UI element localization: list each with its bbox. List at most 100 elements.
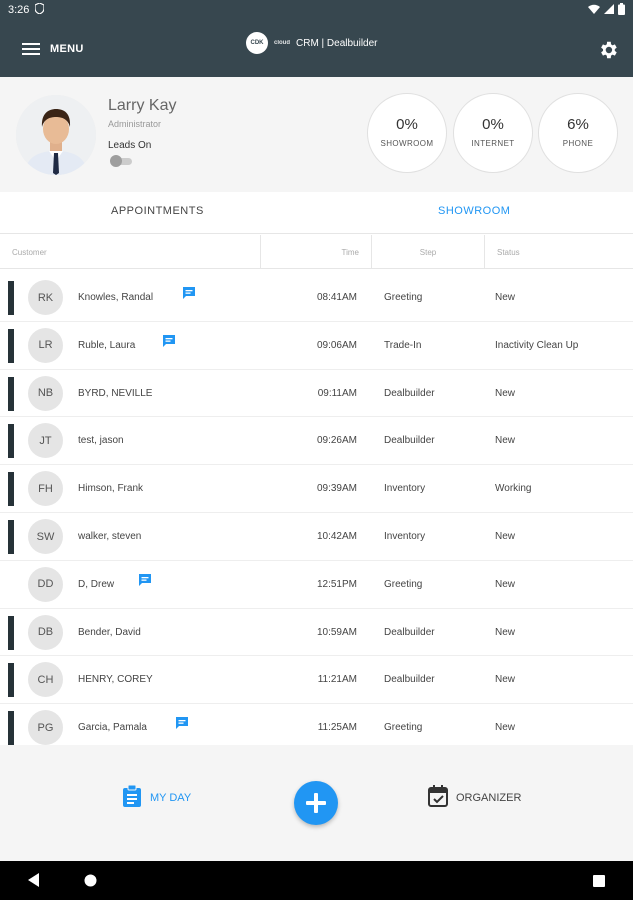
- organizer-button[interactable]: ORGANIZER: [428, 785, 521, 810]
- column-header-customer[interactable]: Customer: [0, 235, 261, 269]
- chat-bubble-icon[interactable]: [175, 716, 189, 730]
- menu-button[interactable]: MENU: [22, 34, 84, 64]
- customer-initials: JT: [28, 423, 63, 459]
- avatar: [16, 95, 96, 175]
- row-status-bar: [8, 376, 14, 411]
- row-status-bar: [8, 328, 14, 363]
- row-status: New: [495, 722, 516, 734]
- row-step: Inventory: [384, 483, 426, 495]
- my-day-label: MY DAY: [150, 791, 192, 804]
- table-row[interactable]: JT test, jason 09:26AM Dealbuilder New: [0, 417, 633, 466]
- customer-name: Knowles, Randal: [78, 292, 154, 303]
- tab-showroom[interactable]: SHOWROOM: [438, 205, 510, 217]
- battery-icon: [618, 2, 625, 18]
- customer-name: Ruble, Laura: [78, 339, 136, 351]
- home-circle-icon[interactable]: [84, 874, 97, 892]
- table-row[interactable]: LR Ruble, Laura 09:06AM Trade-In Inactivity …: [0, 322, 633, 370]
- row-status-bar: [8, 472, 14, 507]
- stat-showroom[interactable]: 0% SHOWROOM: [367, 93, 447, 173]
- customer-name: Himson, Frank: [78, 483, 144, 495]
- customer-name: Garcia, Pamala: [78, 722, 147, 734]
- stat-phone[interactable]: 6% PHONE: [538, 93, 618, 173]
- system-nav-bar: [0, 861, 633, 900]
- table-row[interactable]: SW walker, steven 10:42AM Inventory New: [0, 513, 633, 561]
- row-time: 12:51PM: [316, 578, 357, 590]
- signal-icon: [604, 3, 614, 17]
- row-time: 09:26AM: [316, 435, 357, 447]
- column-header-time[interactable]: Time: [261, 235, 372, 269]
- calendar-icon: [428, 785, 448, 810]
- customer-initials: SW: [28, 519, 63, 554]
- table-row[interactable]: DD D, Drew 12:51PM Greeting New: [0, 561, 633, 609]
- app-brand: CDK cloud CRM | Dealbuilder: [246, 32, 378, 54]
- user-role: Administrator: [108, 119, 162, 129]
- customer-name: BYRD, NEVILLE: [78, 387, 153, 399]
- my-day-button[interactable]: MY DAY: [122, 784, 192, 810]
- row-status-bar: [8, 663, 14, 698]
- column-header-status[interactable]: Status: [485, 235, 633, 269]
- customer-initials: LR: [28, 327, 63, 363]
- row-status: New: [495, 292, 516, 303]
- leads-label: Leads On: [108, 140, 152, 151]
- customer-name: test, jason: [78, 435, 124, 447]
- shield-icon: [34, 2, 46, 17]
- customer-initials: DD: [28, 566, 63, 602]
- customer-name: D, Drew: [78, 578, 115, 590]
- customer-initials: CH: [28, 662, 63, 698]
- row-status: New: [495, 626, 516, 638]
- customer-initials: DB: [28, 614, 63, 650]
- row-time: 09:11AM: [317, 387, 357, 399]
- hamburger-icon: [22, 42, 40, 56]
- row-time: 09:06AM: [316, 339, 357, 351]
- chat-bubble-icon[interactable]: [182, 286, 196, 300]
- row-status: Working: [495, 483, 532, 495]
- stat-value: 0%: [482, 116, 504, 133]
- customer-name: walker, steven: [78, 531, 142, 542]
- app-bar: MENU CDK cloud CRM | Dealbuilder: [0, 20, 633, 77]
- tab-bar: APPOINTMENTS SHOWROOM: [0, 192, 633, 234]
- customer-list: RK Knowles, Randal 08:41AM Greeting New LR Rub…: [0, 274, 633, 745]
- column-header-step[interactable]: Step: [372, 235, 485, 269]
- row-time: 11:25AM: [317, 722, 357, 734]
- stat-internet[interactable]: 0% INTERNET: [453, 93, 533, 173]
- table-row[interactable]: PG Garcia, Pamala 11:25AM Greeting New: [0, 704, 633, 745]
- organizer-label: ORGANIZER: [456, 791, 522, 804]
- row-status-bar: [8, 711, 14, 745]
- customer-name: Bender, David: [78, 626, 141, 638]
- row-step: Dealbuilder: [384, 674, 435, 686]
- row-status-bar: [8, 424, 14, 459]
- bottom-action-bar: MY DAY ORGANIZER: [0, 745, 633, 861]
- row-time: 11:21AM: [317, 674, 357, 686]
- wifi-icon: [588, 4, 600, 17]
- stat-label: PHONE: [562, 139, 594, 148]
- brand-sub: cloud: [274, 40, 290, 46]
- status-time: 3:26: [8, 4, 30, 16]
- status-bar: 3:26: [0, 0, 633, 20]
- row-step: Dealbuilder: [384, 387, 435, 399]
- profile-header: Larry Kay Administrator Leads On 0% SHOW…: [0, 77, 633, 192]
- back-triangle-icon[interactable]: [28, 873, 40, 892]
- chat-bubble-icon[interactable]: [162, 334, 176, 348]
- leads-toggle[interactable]: [110, 155, 132, 167]
- gear-icon[interactable]: [597, 39, 619, 61]
- tab-appointments[interactable]: APPOINTMENTS: [111, 205, 204, 217]
- cdk-logo: CDK: [246, 32, 268, 54]
- recents-square-icon[interactable]: [593, 874, 605, 892]
- row-status-bar: [8, 520, 14, 554]
- table-row[interactable]: NB BYRD, NEVILLE 09:11AM Dealbuilder New: [0, 370, 633, 418]
- stat-label: INTERNET: [471, 139, 515, 148]
- clipboard-icon: [122, 784, 142, 810]
- row-time: 08:41AM: [316, 292, 357, 303]
- table-row[interactable]: RK Knowles, Randal 08:41AM Greeting New: [0, 274, 633, 322]
- add-button[interactable]: [294, 781, 338, 825]
- row-status: New: [495, 531, 516, 542]
- table-row[interactable]: CH HENRY, COREY 11:21AM Dealbuilder New: [0, 656, 633, 705]
- row-step: Dealbuilder: [384, 626, 435, 638]
- table-row[interactable]: DB Bender, David 10:59AM Dealbuilder New: [0, 609, 633, 657]
- row-time: 10:59AM: [316, 626, 357, 638]
- row-status: New: [495, 578, 516, 590]
- customer-initials: PG: [28, 710, 63, 745]
- chat-bubble-icon[interactable]: [138, 573, 152, 587]
- row-step: Inventory: [384, 531, 426, 542]
- table-row[interactable]: FH Himson, Frank 09:39AM Inventory Working: [0, 465, 633, 513]
